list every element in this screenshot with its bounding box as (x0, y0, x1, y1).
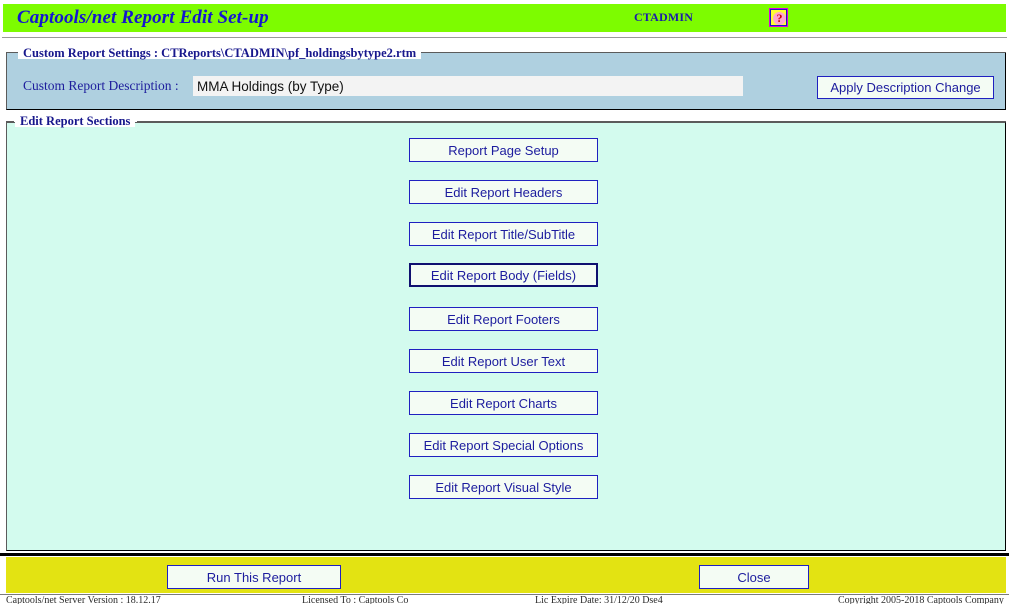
edit-report-charts-button[interactable]: Edit Report Charts (409, 391, 598, 415)
status-copyright: Copyright 2005-2018 Captools Company (838, 595, 1004, 604)
edit-report-title-subtitle-button[interactable]: Edit Report Title/SubTitle (409, 222, 598, 246)
edit-report-footers-button[interactable]: Edit Report Footers (409, 307, 598, 331)
help-icon-question-mark: ? (776, 11, 783, 25)
custom-report-description-label: Custom Report Description : (23, 78, 179, 93)
sections-legend-rule-right (137, 121, 1006, 122)
edit-report-sections-legend: Edit Report Sections (15, 115, 136, 127)
report-edit-setup-window: Captools/net Report Edit Set-up CTADMIN … (0, 0, 1009, 604)
title-bar-divider (2, 37, 1007, 38)
run-this-report-button[interactable]: Run This Report (167, 565, 341, 589)
edit-report-visual-style-button[interactable]: Edit Report Visual Style (409, 475, 598, 499)
report-page-setup-button[interactable]: Report Page Setup (409, 138, 598, 162)
custom-report-description-input[interactable] (193, 76, 743, 96)
help-icon[interactable]: ? (769, 8, 788, 27)
status-license-expire: Lic Expire Date: 31/12/20 Dse4 (535, 595, 663, 604)
sections-legend-rule-left (6, 121, 14, 122)
edit-report-body-fields-button[interactable]: Edit Report Body (Fields) (409, 263, 598, 287)
close-button[interactable]: Close (699, 565, 809, 589)
title-bar: Captools/net Report Edit Set-up (3, 4, 1006, 32)
status-bar: Captools/net Server Version : 18.12.17 L… (0, 595, 1009, 604)
custom-report-settings-legend: Custom Report Settings : CTReports\CTADM… (18, 47, 422, 59)
status-server-version: Captools/net Server Version : 18.12.17 (6, 595, 161, 604)
settings-legend-rule-left (6, 52, 16, 53)
apply-description-change-button[interactable]: Apply Description Change (817, 76, 994, 99)
edit-report-special-options-button[interactable]: Edit Report Special Options (409, 433, 598, 457)
status-licensed-to: Licensed To : Captools Co (302, 595, 409, 604)
settings-legend-rule-right (405, 52, 1006, 53)
bottom-action-bar (6, 557, 1006, 593)
current-user-label: CTADMIN (634, 10, 694, 24)
edit-report-headers-button[interactable]: Edit Report Headers (409, 180, 598, 204)
page-title: Captools/net Report Edit Set-up (17, 7, 269, 28)
bottom-bar-separator (0, 553, 1009, 556)
help-icon-disc: ? (773, 12, 786, 25)
edit-report-user-text-button[interactable]: Edit Report User Text (409, 349, 598, 373)
help-icon-inner: ? (771, 10, 786, 25)
